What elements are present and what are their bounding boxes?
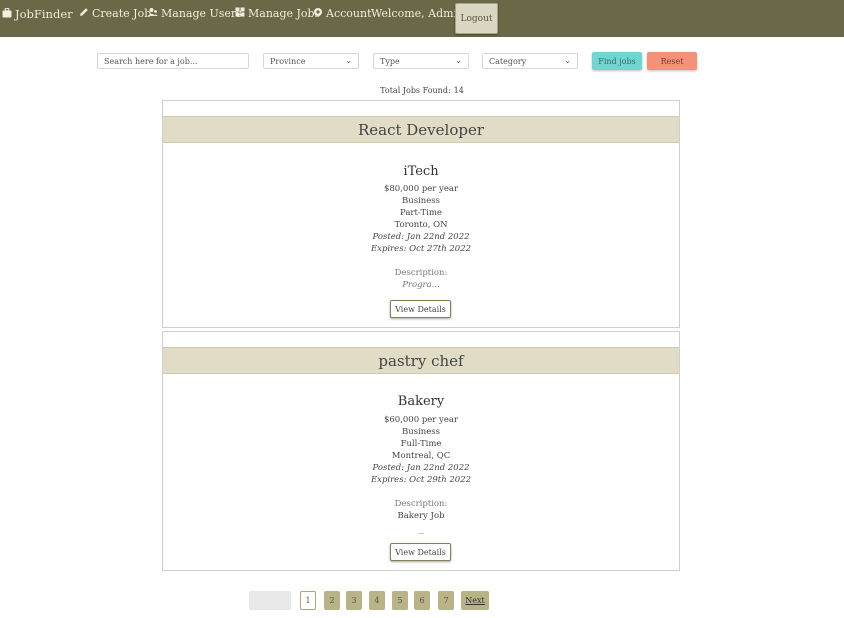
job-card: React Developer iTech $80,000 per year B… [162,100,680,328]
total-count: 14 [453,86,464,95]
job-description-label: Description: [394,499,448,509]
previous-button [249,591,291,610]
total-jobs-found: Total Jobs Found: 14 [0,86,844,95]
job-title: React Developer [163,116,679,143]
job-expiry-date: Expires: Oct 27th 2022 [370,244,472,254]
job-description: Bakery Job [397,511,445,521]
job-description: Progra... [402,280,440,290]
job-description-more: ... [418,529,424,536]
search-input[interactable]: Search here for a job... [97,53,249,69]
page-button-3[interactable]: 3 [346,591,362,610]
job-company: iTech [403,164,439,179]
page-button-5[interactable]: 5 [392,591,408,610]
job-location: Montreal, QC [391,451,451,461]
view-details-button[interactable]: View Details [390,543,451,561]
chevron-down-icon: ⌄ [564,56,571,65]
job-type: Part-Time [400,208,442,218]
total-label: Total Jobs Found: [380,86,451,95]
grid-icon [235,7,245,20]
find-jobs-button[interactable]: Find jobs [592,52,642,70]
nav-manage-users[interactable]: Manage Users [148,7,242,20]
job-card: pastry chef Bakery $60,000 per year Busi… [162,331,680,571]
province-select-value: Province [270,56,306,66]
nav-account[interactable]: Account [313,7,371,20]
users-icon [148,7,158,20]
chevron-down-icon: ⌄ [345,56,352,65]
job-category: Business [401,427,441,437]
type-select[interactable]: Type ⌄ [373,53,469,69]
type-select-value: Type [380,56,400,66]
nav-account-label: Account [326,7,372,20]
welcome-text: Welcome, Admin [371,7,465,20]
nav-create-job[interactable]: Create Job [79,7,151,20]
page-button-2[interactable]: 2 [324,591,340,610]
reset-button[interactable]: Reset [647,52,697,70]
brand[interactable]: JobFinder [2,7,73,21]
nav-manage-users-label: Manage Users [161,7,242,20]
brand-name: JobFinder [15,7,73,21]
job-description-label: Description: [394,268,448,278]
job-location: Toronto, ON [394,220,448,230]
page-button-4[interactable]: 4 [369,591,385,610]
briefcase-icon [2,7,12,21]
chevron-down-icon: ⌄ [455,56,462,65]
logout-button[interactable]: Logout [455,3,498,34]
job-company: Bakery [397,394,445,409]
page-button-7[interactable]: 7 [438,591,454,610]
page-button-6[interactable]: 6 [414,591,430,610]
job-category: Business [401,196,441,206]
job-posted-date: Posted: Jan 22nd 2022 [372,463,470,473]
nav-manage-jobs[interactable]: Manage Jobs [235,7,320,20]
job-expiry-date: Expires: Oct 29th 2022 [370,475,472,485]
job-posted-date: Posted: Jan 22nd 2022 [372,232,470,242]
account-icon [313,7,323,20]
category-select[interactable]: Category ⌄ [482,53,578,69]
job-type: Full-Time [400,439,442,449]
nav-create-job-label: Create Job [92,7,152,20]
page-button-1[interactable]: 1 [300,591,316,610]
job-title: pastry chef [163,347,679,374]
view-details-button[interactable]: View Details [390,300,451,318]
job-salary: $60,000 per year [383,415,459,425]
next-page-button[interactable]: Next [461,591,489,610]
job-salary: $80,000 per year [383,184,459,194]
pencil-icon [79,7,89,20]
navbar: JobFinder Create Job Manage Users Manage… [0,0,844,37]
nav-manage-jobs-label: Manage Jobs [248,7,321,20]
province-select[interactable]: Province ⌄ [263,53,359,69]
category-select-value: Category [489,56,527,66]
